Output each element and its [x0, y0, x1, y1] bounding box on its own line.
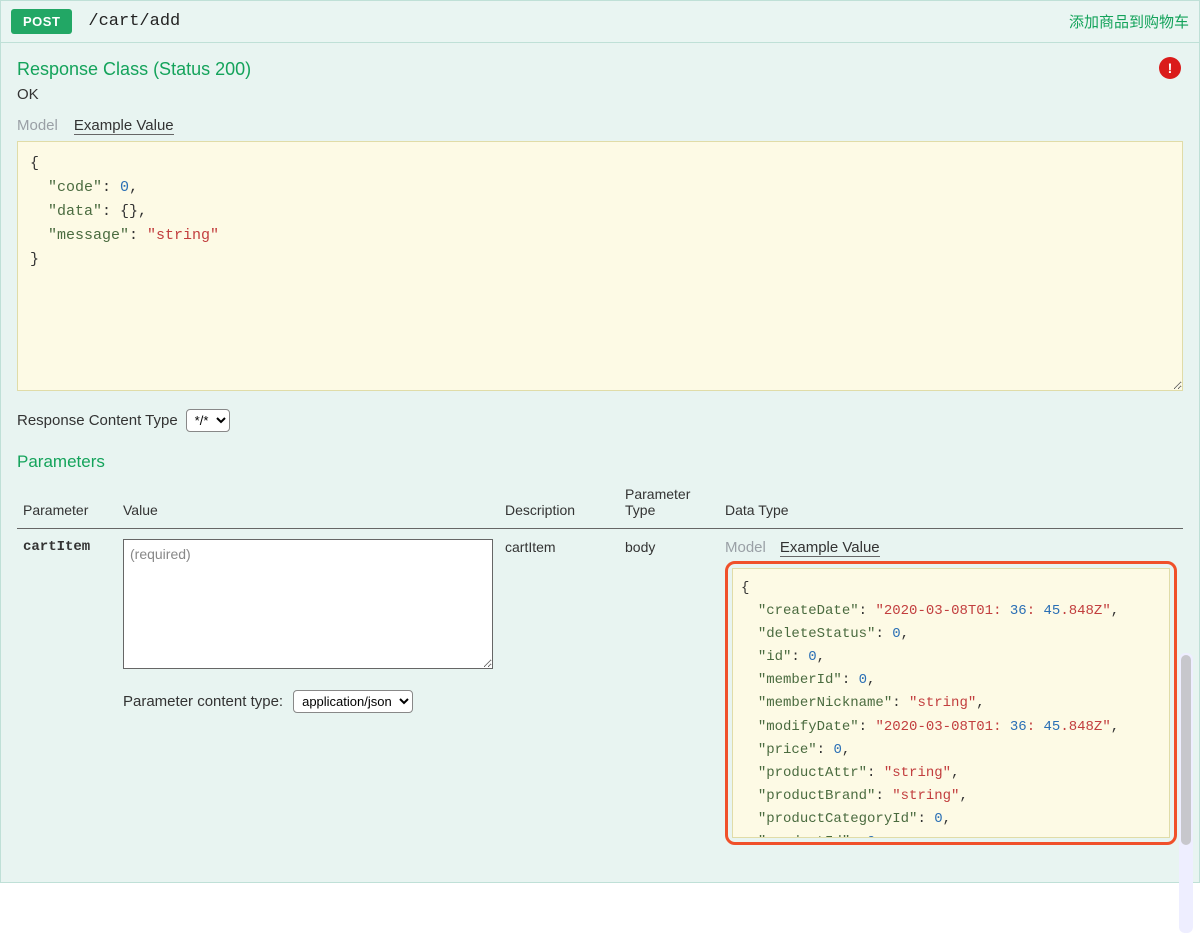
scrollbar-thumb[interactable]: [1181, 655, 1191, 845]
param-content-type-label: Parameter content type:: [123, 693, 283, 710]
response-status-text: OK: [17, 86, 1183, 103]
datatype-example-highlight: { "createDate": "2020-03-08T01: 36: 45.8…: [725, 561, 1177, 845]
warning-icon[interactable]: !: [1159, 57, 1181, 79]
param-name: cartItem: [17, 529, 117, 856]
param-content-type-select[interactable]: application/json: [293, 690, 413, 713]
col-parameter: Parameter: [17, 480, 117, 529]
param-content-type-row: Parameter content type: application/json: [123, 690, 493, 713]
response-example-code[interactable]: { "code": 0, "data": {}, "message": "str…: [17, 141, 1183, 391]
param-type: body: [619, 529, 719, 856]
param-value-cell: Parameter content type: application/json: [117, 529, 499, 856]
parameters-title: Parameters: [17, 452, 1183, 472]
operation-body: ! Response Class (Status 200) OK Model E…: [0, 43, 1200, 883]
endpoint-summary: 添加商品到购物车: [1069, 11, 1189, 32]
datatype-tabs: Model Example Value: [725, 539, 1177, 557]
endpoint-path[interactable]: /cart/add: [88, 12, 180, 31]
param-data-type-cell: Model Example Value { "createDate": "2020-…: [719, 529, 1183, 856]
param-description: cartItem: [499, 529, 619, 856]
tab-example-value[interactable]: Example Value: [74, 117, 174, 135]
http-method-badge: POST: [11, 9, 72, 34]
scrollbar[interactable]: [1179, 653, 1193, 933]
table-row: cartItem Parameter content type: applicati…: [17, 529, 1183, 856]
tab-example-value[interactable]: Example Value: [780, 539, 880, 557]
response-class-title: Response Class (Status 200): [17, 59, 1183, 80]
response-model-example-tabs: Model Example Value: [17, 117, 1183, 135]
col-value: Value: [117, 480, 499, 529]
param-value-input[interactable]: [123, 539, 493, 669]
col-parameter-type: Parameter Type: [619, 480, 719, 529]
tab-model[interactable]: Model: [17, 117, 58, 135]
response-content-type-select[interactable]: */*: [186, 409, 230, 432]
parameters-table: Parameter Value Description Parameter Ty…: [17, 480, 1183, 855]
col-description: Description: [499, 480, 619, 529]
parameters-header-row: Parameter Value Description Parameter Ty…: [17, 480, 1183, 529]
col-data-type: Data Type: [719, 480, 1183, 529]
response-content-type-label: Response Content Type: [17, 412, 178, 429]
response-content-type-row: Response Content Type */*: [17, 409, 1183, 432]
operation-header[interactable]: POST /cart/add 添加商品到购物车: [0, 0, 1200, 43]
datatype-example-code[interactable]: { "createDate": "2020-03-08T01: 36: 45.8…: [732, 568, 1170, 838]
tab-model[interactable]: Model: [725, 539, 766, 557]
